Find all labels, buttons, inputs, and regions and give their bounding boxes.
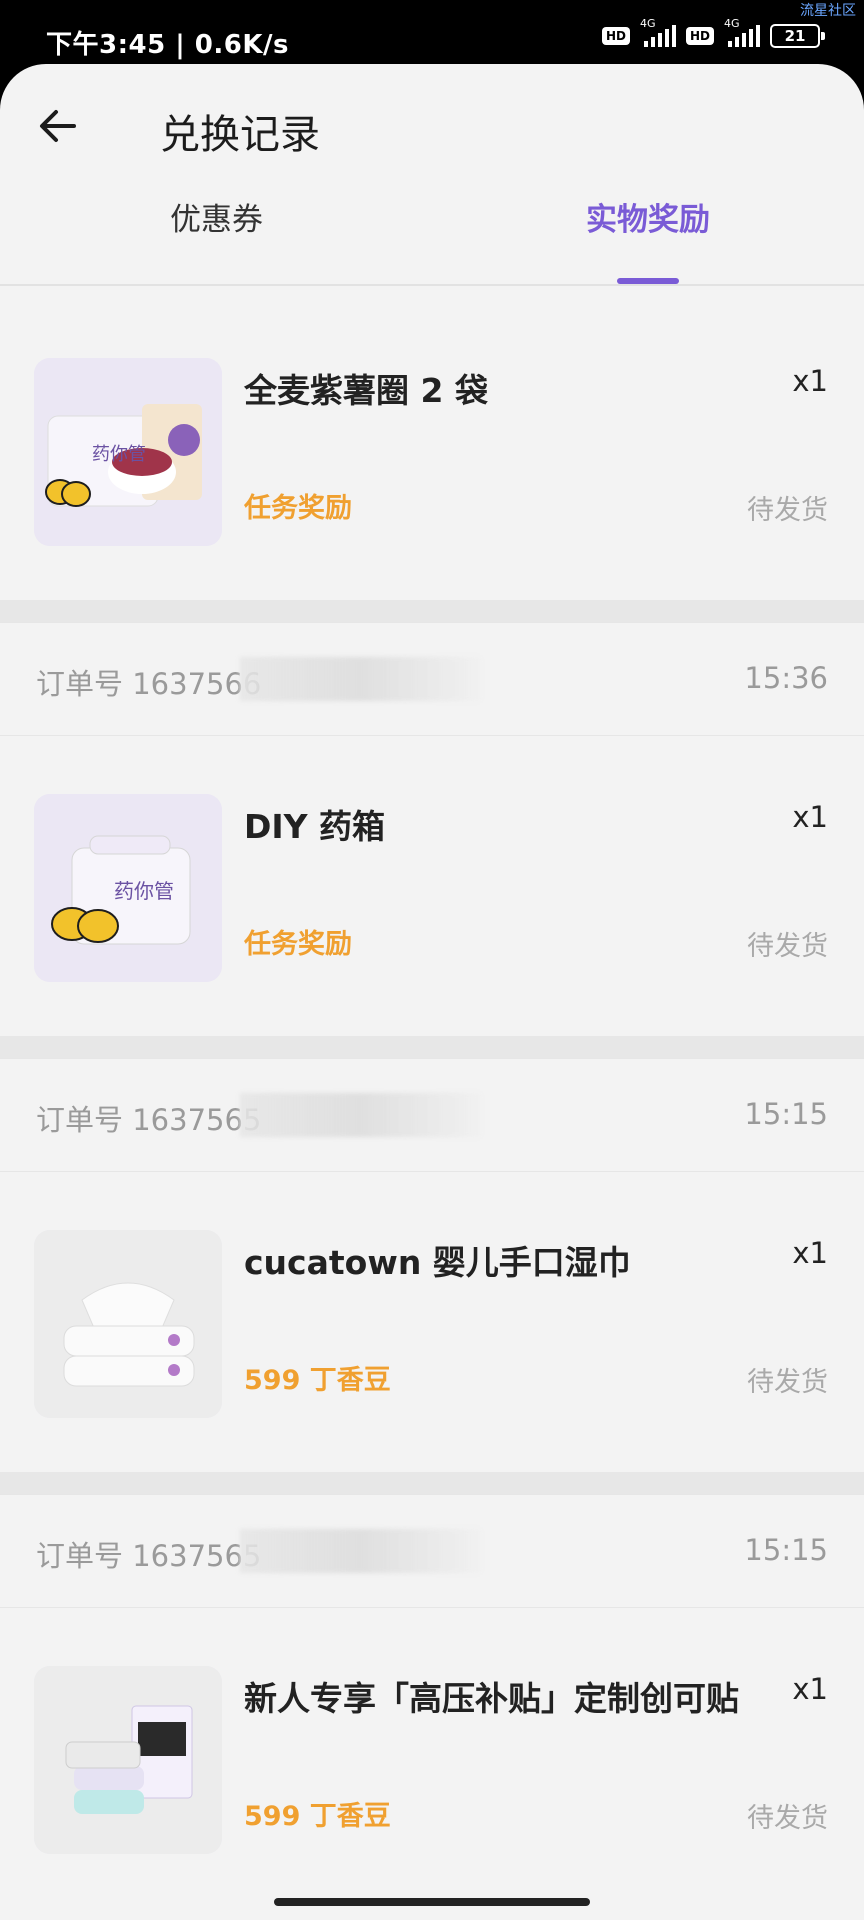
medicine-box-image: 药你管 [34,794,222,982]
status-badge: 待发货 [747,931,828,962]
list-item[interactable]: 新人专享「高压补贴」定制创可贴 x1 599 丁香豆 待发货 [0,1608,864,1908]
battery-icon: 21 [770,24,825,48]
tab-bar: 优惠券 实物奖励 [0,194,864,286]
order-row: 订单号 1637565 15:15 [0,1494,864,1608]
product-name: 新人专享「高压补贴」定制创可贴 [244,1679,739,1718]
svg-text:药你管: 药你管 [92,444,146,465]
back-button[interactable] [34,102,82,150]
order-row: 订单号 1637565 15:15 [0,1058,864,1172]
purple-potato-snack-image: 药你管 [34,358,222,546]
order-number: 订单号 1637565 [36,1103,262,1137]
order-number: 订单号 1637566 [36,667,262,701]
divider [0,600,864,622]
product-name: cucatown 婴儿手口湿巾 [244,1243,631,1282]
product-name: DIY 药箱 [244,807,386,846]
order-time: 15:15 [744,1533,828,1567]
status-badge: 待发货 [747,1367,828,1398]
watermark: 流星社区 [800,3,856,19]
list-item[interactable]: 药你管 DIY 药箱 x1 任务奖励 待发货 [0,736,864,1036]
home-indicator[interactable] [274,1898,590,1906]
tab-physical-rewards[interactable]: 实物奖励 [586,194,710,239]
order-number: 订单号 1637565 [36,1539,262,1573]
quantity: x1 [792,1672,828,1706]
order-time: 15:36 [744,661,828,695]
status-time: 下午3:45 | 0.6K/s [46,30,289,60]
list-item[interactable]: 药你管 全麦紫薯圈 2 袋 x1 任务奖励 待发货 [0,300,864,600]
page-title: 兑换记录 [160,112,320,158]
order-row: 订单号 1637566 15:36 [0,622,864,736]
product-name: 全麦紫薯圈 2 袋 [244,371,488,410]
divider [0,1036,864,1058]
reward-type: 任务奖励 [244,493,352,524]
svg-text:药你管: 药你管 [114,879,174,903]
redaction-blur [240,657,480,701]
signal-icon-2: 4G [724,17,760,47]
redaction-blur [240,1529,480,1573]
quantity: x1 [792,364,828,398]
reward-points: 599 丁香豆 [244,1365,391,1396]
hd-badge-2: HD [685,27,714,45]
tab-coupons[interactable]: 优惠券 [170,194,263,239]
status-badge: 待发货 [747,495,828,526]
quantity: x1 [792,1236,828,1270]
hd-badge: HD [601,27,630,45]
status-badge: 待发货 [747,1803,828,1834]
signal-icon: 4G [640,17,676,47]
order-time: 15:15 [744,1097,828,1131]
back-arrow-icon [40,110,76,142]
list-item[interactable]: cucatown 婴儿手口湿巾 x1 599 丁香豆 待发货 [0,1172,864,1472]
quantity: x1 [792,800,828,834]
bandage-pack-image [34,1666,222,1854]
active-tab-indicator [617,278,679,284]
header: 兑换记录 [0,64,864,158]
record-list: 药你管 全麦紫薯圈 2 袋 x1 任务奖励 待发货 订单号 1637566 15… [0,300,864,1908]
reward-points: 599 丁香豆 [244,1801,391,1832]
redaction-blur [240,1093,480,1137]
divider [0,1472,864,1494]
reward-type: 任务奖励 [244,929,352,960]
exchange-record-page: 兑换记录 优惠券 实物奖励 药你管 全麦紫薯圈 2 袋 x1 任务奖励 待发货 … [0,64,864,1920]
status-bar: 下午3:45 | 0.6K/s HD 4G HD 4G 21 流星社区 [0,0,864,70]
baby-wipes-image [34,1230,222,1418]
status-icons: HD 4G HD 4G 21 [601,17,825,48]
